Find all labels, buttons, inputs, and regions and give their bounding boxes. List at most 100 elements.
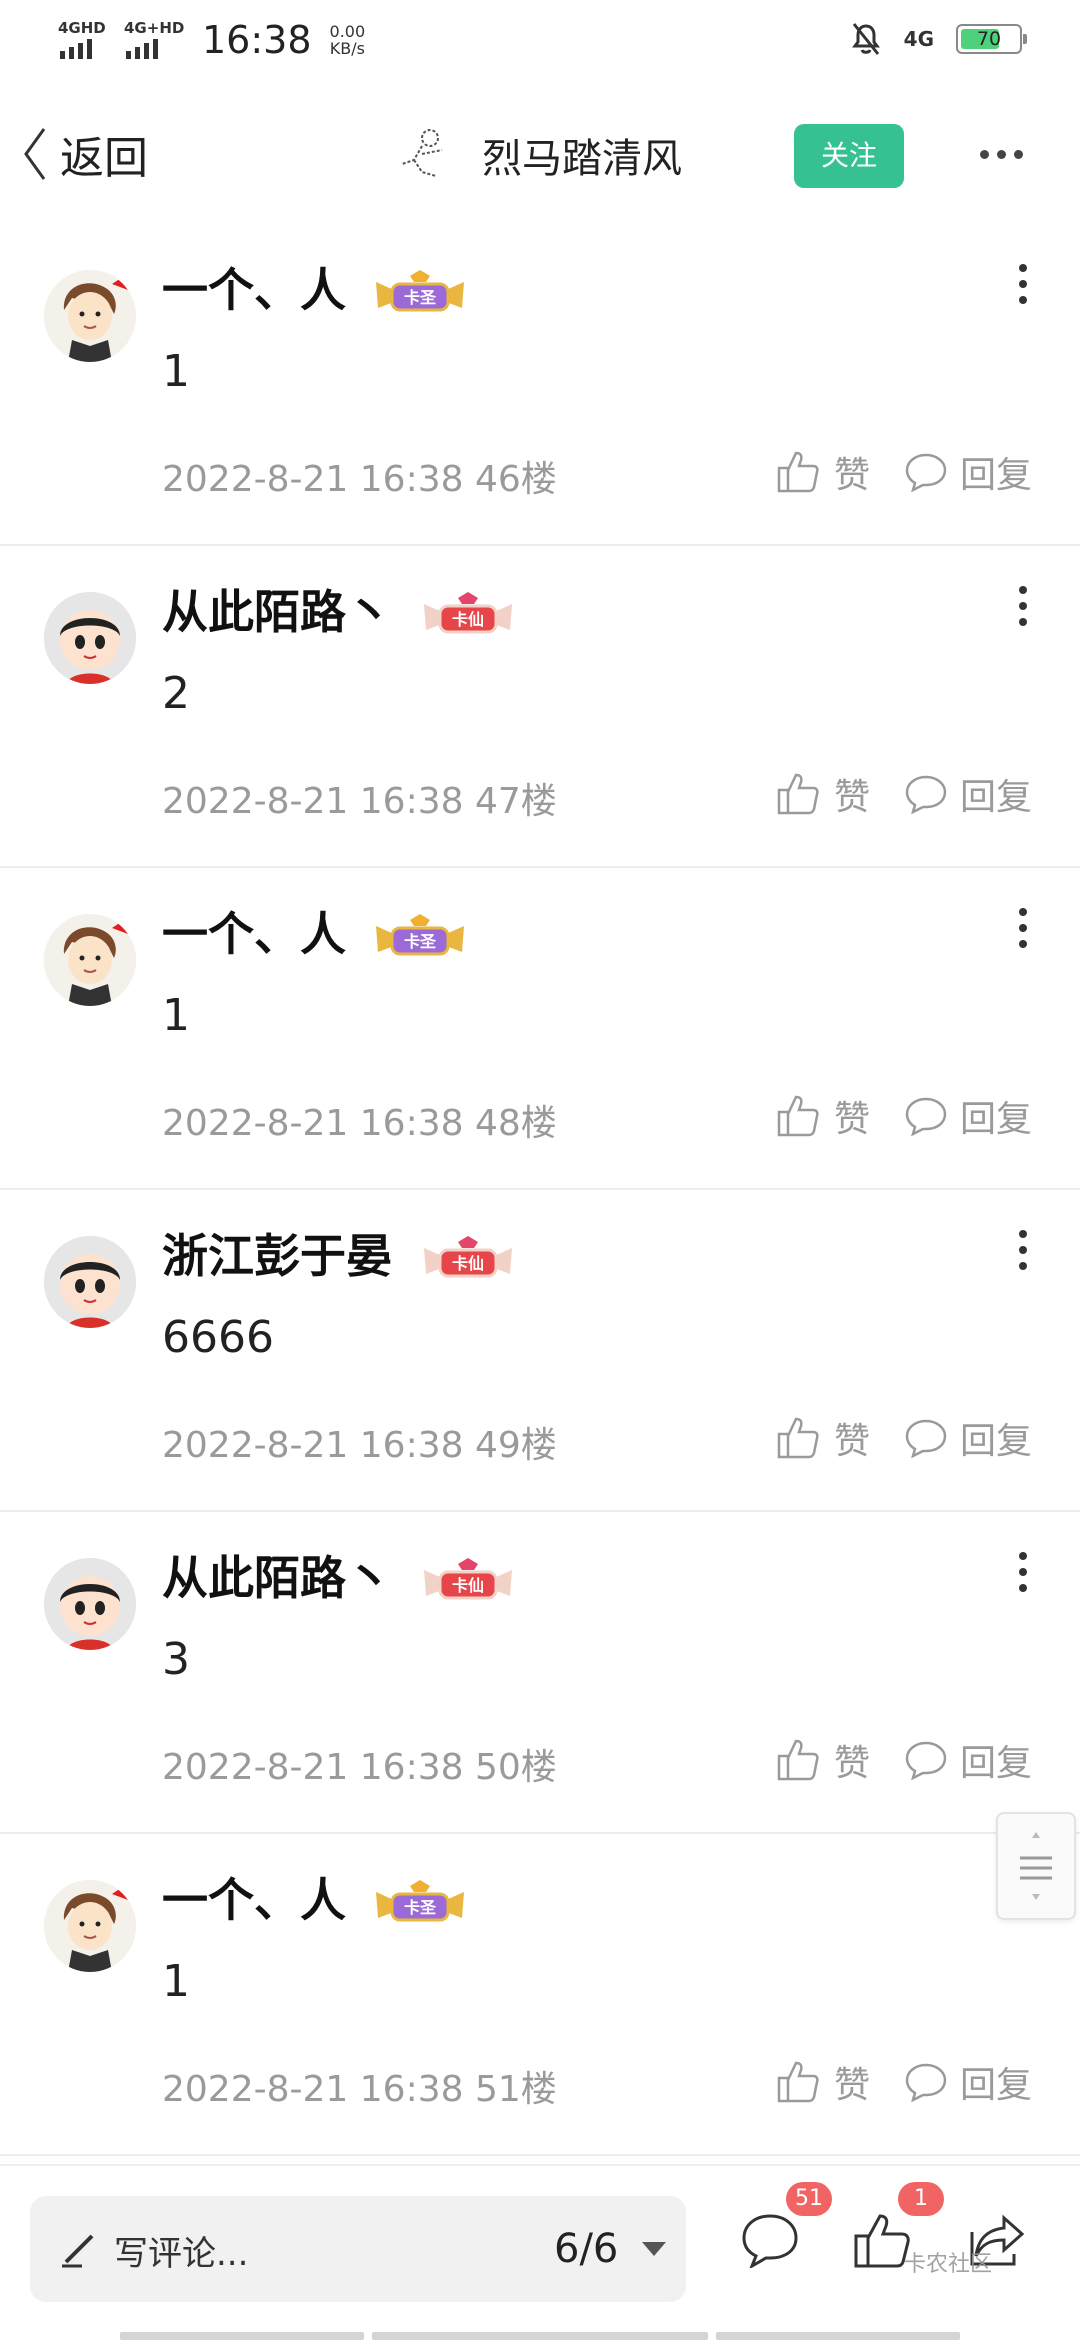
commenter-avatar[interactable] [44, 270, 136, 362]
comment-text: 1 [162, 1956, 190, 2007]
comment-bubble-icon [905, 1097, 947, 1136]
commenter-name[interactable]: 浙江彭于晏 [162, 1220, 392, 1286]
comment-more-icon[interactable] [1018, 1552, 1028, 1600]
comment-meta: 2022-8-21 16:38 46楼 [162, 459, 557, 500]
comment-meta: 2022-8-21 16:38 49楼 [162, 1425, 557, 1466]
like-button[interactable]: 赞 [776, 1090, 870, 1142]
signal-4g-icon: 4G [903, 27, 934, 51]
like-button[interactable]: 赞 [776, 1734, 870, 1786]
comment-text: 3 [162, 1634, 190, 1685]
comment-bubble-icon [905, 1741, 947, 1780]
reply-button[interactable]: 回复 [904, 1090, 1032, 1142]
follow-button[interactable]: 关注 [794, 124, 904, 188]
like-button[interactable]: 赞 [776, 2056, 870, 2108]
rank-badge-icon: 卡仙 [420, 1234, 516, 1288]
comment-item[interactable]: 浙江彭于晏 卡仙 6666 2022-8-21 16:38 49楼 赞回复 [0, 1190, 1080, 1512]
commenter-avatar[interactable] [44, 1558, 136, 1650]
pen-icon [62, 2234, 94, 2268]
comment-more-icon[interactable] [1018, 1230, 1028, 1278]
commenter-avatar[interactable] [44, 914, 136, 1006]
signal-4g-hd-icon: 4GHD [58, 19, 106, 61]
comment-text: 1 [162, 346, 190, 397]
comment-placeholder: 写评论... [114, 2234, 249, 2274]
commenter-avatar[interactable] [44, 592, 136, 684]
commenter-avatar[interactable] [44, 1880, 136, 1972]
comment-more-icon[interactable] [1018, 908, 1028, 956]
user-avatar-cartoon-icon [44, 1558, 136, 1650]
comment-item[interactable]: 从此陌路丶卡仙 3 2022-8-21 16:38 50楼 赞回复 [0, 1512, 1080, 1834]
page-indicator[interactable]: 6/6 [554, 2226, 618, 2272]
svg-text:卡圣: 卡圣 [404, 1898, 437, 1917]
thumbs-up-icon [777, 773, 819, 815]
thumbs-up-icon [777, 2061, 819, 2103]
comment-more-icon[interactable] [1018, 586, 1028, 634]
reply-button[interactable]: 回复 [904, 1412, 1032, 1464]
commenter-name[interactable]: 从此陌路丶 [162, 1542, 392, 1608]
thumbs-up-icon[interactable] [852, 2212, 912, 2270]
caret-down-icon[interactable] [642, 2242, 666, 2256]
comment-bubble-icon[interactable] [740, 2212, 800, 2268]
rank-badge-icon: 卡圣 [372, 912, 468, 966]
chevron-left-icon [24, 128, 46, 180]
like-button[interactable]: 赞 [776, 1412, 870, 1464]
user-avatar-cartoon-icon [44, 592, 136, 684]
author-name[interactable]: 烈马踏清风 [482, 126, 682, 184]
svg-text:卡仙: 卡仙 [452, 1254, 484, 1273]
commenter-name[interactable]: 一个、人 [162, 898, 346, 964]
user-avatar-cartoon-icon [44, 1880, 136, 1972]
reply-button[interactable]: 回复 [904, 768, 1032, 820]
comment-meta: 2022-8-21 16:38 48楼 [162, 1103, 557, 1144]
reply-button[interactable]: 回复 [904, 446, 1032, 498]
comment-bubble-icon [905, 775, 947, 814]
rank-badge-icon: 卡仙 [420, 1556, 516, 1610]
signal-4g-plus-hd-icon: 4G+HD [124, 19, 184, 61]
back-button[interactable]: 返回 [22, 122, 148, 186]
commenter-avatar[interactable] [44, 1236, 136, 1328]
author-avatar[interactable] [392, 124, 462, 186]
comment-more-icon[interactable] [1018, 264, 1028, 312]
like-button[interactable]: 赞 [776, 768, 870, 820]
comment-input[interactable]: 写评论... 6/6 [30, 2196, 686, 2302]
thumbs-up-icon [777, 1095, 819, 1137]
commenter-name[interactable]: 从此陌路丶 [162, 576, 392, 642]
reply-button[interactable]: 回复 [904, 1734, 1032, 1786]
comment-bubble-icon [905, 453, 947, 492]
status-bar: 4GHD 4G+HD 16:38 0.00 KB/s 4G 70 [0, 0, 1080, 84]
thumbs-up-icon [777, 451, 819, 493]
network-speed: 0.00 KB/s [329, 22, 366, 58]
top-nav-bar: 返回 烈马踏清风 关注 [0, 84, 1080, 224]
svg-text:卡圣: 卡圣 [404, 288, 437, 307]
comment-bubble-icon [905, 2063, 947, 2102]
author-info[interactable]: 烈马踏清风 [392, 124, 682, 186]
reply-button[interactable]: 回复 [904, 2056, 1032, 2108]
scroll-to-top-handle[interactable] [996, 1812, 1076, 1920]
comment-meta: 2022-8-21 16:38 47楼 [162, 781, 557, 822]
bell-muted-icon [851, 23, 880, 55]
svg-text:卡仙: 卡仙 [452, 1576, 484, 1595]
comment-text: 1 [162, 990, 190, 1041]
comment-meta: 2022-8-21 16:38 51楼 [162, 2069, 557, 2110]
user-avatar-cartoon-icon [44, 1236, 136, 1328]
comment-list: 一个、人 卡圣 1 2022-8-21 16:38 46楼赞回复 从此陌路丶 卡仙 2 202… [0, 224, 1080, 2156]
more-options-icon[interactable] [980, 150, 1023, 159]
comment-meta: 2022-8-21 16:38 50楼 [162, 1747, 557, 1788]
comment-item[interactable]: 从此陌路丶 卡仙 2 2022-8-21 16:38 47楼 赞回复 [0, 546, 1080, 868]
svg-text:卡仙: 卡仙 [452, 610, 484, 629]
clock: 16:38 [202, 18, 312, 62]
like-button[interactable]: 赞 [776, 446, 870, 498]
rank-badge-icon: 卡圣 [372, 1878, 468, 1932]
user-avatar-cartoon-icon [44, 914, 136, 1006]
rank-badge-icon: 卡圣 [372, 268, 468, 322]
comment-item[interactable]: 一个、人卡圣 1 2022-8-21 16:38 48楼 赞回复 [0, 868, 1080, 1190]
battery-icon: 70 [956, 24, 1027, 54]
comment-item[interactable]: 一个、人卡圣 1 2022-8-21 16:38 51楼 赞回复 [0, 1834, 1080, 2156]
thumbs-up-icon [777, 1739, 819, 1781]
watermark: 卡农社区 [904, 2252, 993, 2277]
scroll-lines-icon [1020, 1832, 1052, 1900]
svg-text:卡圣: 卡圣 [404, 932, 437, 951]
comment-item[interactable]: 一个、人卡圣 1 2022-8-21 16:38 46楼 赞回复 [0, 224, 1080, 546]
gesture-bar [0, 2330, 1080, 2340]
user-avatar-cartoon-icon [44, 270, 136, 362]
commenter-name[interactable]: 一个、人 [162, 1864, 346, 1930]
commenter-name[interactable]: 一个、人 [162, 254, 346, 320]
